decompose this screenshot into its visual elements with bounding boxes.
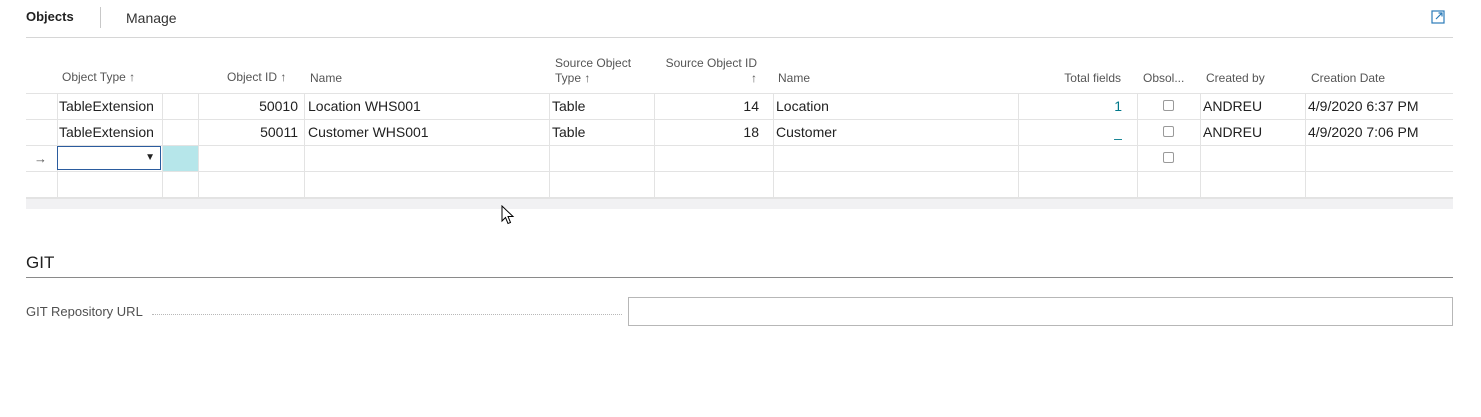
cell-source-name[interactable]: Location bbox=[776, 94, 829, 119]
cell-creation-date[interactable]: 4/9/2020 6:37 PM bbox=[1308, 94, 1419, 119]
new-table-row[interactable]: → ▼ bbox=[26, 145, 1453, 171]
expand-icon[interactable] bbox=[1431, 10, 1445, 24]
cell-name[interactable]: Location WHS001 bbox=[308, 94, 421, 119]
obsolete-checkbox[interactable] bbox=[1163, 126, 1174, 137]
grid-footer bbox=[26, 198, 1453, 209]
field-leader-dots bbox=[152, 314, 622, 315]
cell-object-id[interactable]: 50010 bbox=[204, 94, 298, 119]
cell-creation-date[interactable]: 4/9/2020 7:06 PM bbox=[1308, 120, 1419, 145]
header-source-object-id-line1: Source Object ID bbox=[665, 56, 757, 70]
obsolete-checkbox[interactable] bbox=[1163, 152, 1174, 163]
table-row[interactable] bbox=[26, 171, 1453, 198]
header-object-id[interactable]: Object ID ↑ bbox=[227, 70, 286, 85]
git-repository-url-field[interactable] bbox=[628, 297, 1453, 326]
cell-object-type[interactable]: TableExtension bbox=[59, 94, 154, 119]
table-row[interactable]: TableExtension 50010 Location WHS001 Tab… bbox=[26, 93, 1453, 119]
header-source-object-type-line1: Source Object bbox=[555, 56, 632, 70]
table-row[interactable]: TableExtension 50011 Customer WHS001 Tab… bbox=[26, 119, 1453, 145]
section-divider bbox=[26, 277, 1453, 278]
grid-rows: TableExtension 50010 Location WHS001 Tab… bbox=[26, 93, 1453, 198]
current-row-arrow-icon: → bbox=[34, 151, 47, 166]
cell-total-fields-link[interactable]: _ bbox=[1026, 120, 1122, 145]
object-type-select[interactable]: ▼ bbox=[57, 146, 161, 170]
header-source-name[interactable]: Name bbox=[778, 71, 810, 86]
header-source-object-id[interactable]: Source Object ID ↑ bbox=[656, 56, 757, 86]
cell-name[interactable]: Customer WHS001 bbox=[308, 120, 429, 145]
cell-source-name[interactable]: Customer bbox=[776, 120, 837, 145]
cell-source-object-type[interactable]: Table bbox=[552, 94, 585, 119]
tab-objects[interactable]: Objects bbox=[26, 9, 74, 24]
mouse-pointer-icon bbox=[501, 205, 515, 225]
cell-total-fields-link[interactable]: 1 bbox=[1026, 94, 1122, 119]
header-total-fields[interactable]: Total fields bbox=[1026, 71, 1121, 86]
tab-manage[interactable]: Manage bbox=[126, 10, 177, 26]
header-source-object-type-line2: Type ↑ bbox=[555, 71, 591, 85]
cell-created-by[interactable]: ANDREU bbox=[1203, 94, 1262, 119]
header-name[interactable]: Name bbox=[310, 71, 342, 86]
header-object-type[interactable]: Object Type ↑ bbox=[62, 70, 135, 85]
header-creation-date[interactable]: Creation Date bbox=[1311, 71, 1385, 86]
header-source-object-type[interactable]: Source Object Type ↑ bbox=[555, 56, 631, 86]
header-created-by[interactable]: Created by bbox=[1206, 71, 1265, 86]
git-repository-url-label: GIT Repository URL bbox=[26, 304, 143, 319]
cell-object-id[interactable]: 50011 bbox=[204, 120, 298, 145]
cell-object-type[interactable]: TableExtension bbox=[59, 120, 154, 145]
tab-separator bbox=[100, 7, 101, 28]
section-title-git[interactable]: GIT bbox=[26, 253, 54, 273]
header-source-object-id-line2: ↑ bbox=[751, 71, 757, 85]
selected-cell[interactable] bbox=[163, 146, 198, 171]
cell-source-object-type[interactable]: Table bbox=[552, 120, 585, 145]
header-obsolete[interactable]: Obsol... bbox=[1143, 71, 1184, 86]
action-bar: Objects Manage bbox=[26, 0, 1453, 38]
cell-source-object-id[interactable]: 18 bbox=[666, 120, 759, 145]
cell-source-object-id[interactable]: 14 bbox=[666, 94, 759, 119]
chevron-down-icon[interactable]: ▼ bbox=[145, 152, 155, 163]
obsolete-checkbox[interactable] bbox=[1163, 100, 1174, 111]
cell-created-by[interactable]: ANDREU bbox=[1203, 120, 1262, 145]
